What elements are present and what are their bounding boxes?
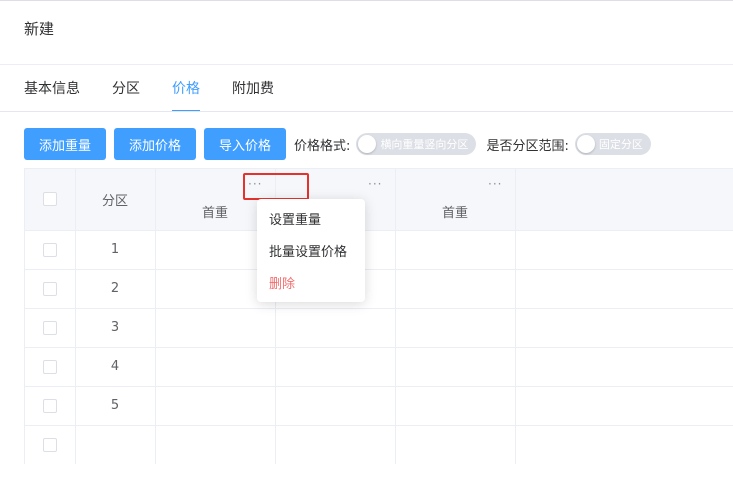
add-weight-button[interactable]: 添加重量 — [24, 128, 107, 160]
price-header-3: ··· 首重 — [395, 169, 516, 231]
import-price-button[interactable]: 导入价格 — [204, 128, 287, 160]
table-row: 5 — [25, 386, 733, 426]
toolbar: 添加重量 添加价格 导入价格 价格格式: 横向重量竖向分区 是否分区范围: 固定… — [24, 128, 661, 160]
price-cell[interactable] — [155, 308, 276, 348]
price-cell[interactable] — [275, 308, 396, 348]
column-actions-dropdown: 设置重量 批量设置价格 删除 — [257, 199, 365, 302]
zone-header: 分区 — [75, 169, 156, 231]
table-row: 3 — [25, 308, 733, 348]
page-title: 新建 — [24, 20, 55, 38]
row-checkbox-cell — [25, 269, 76, 309]
price-cell[interactable] — [395, 347, 516, 387]
title-divider — [0, 64, 733, 65]
zone-cell: 2 — [75, 269, 156, 309]
switch-knob — [358, 135, 377, 153]
filler-cell — [515, 347, 733, 387]
row-checkbox[interactable] — [42, 359, 57, 374]
row-checkbox-cell — [25, 230, 76, 270]
zone-range-label: 是否分区范围: — [486, 138, 569, 154]
filler-cell — [515, 269, 733, 309]
table-row: 2 — [25, 269, 733, 309]
price-cell[interactable] — [155, 386, 276, 426]
tab-surcharge[interactable]: 附加费 — [232, 78, 274, 112]
filler-cell — [515, 425, 733, 464]
price-cell[interactable] — [155, 347, 276, 387]
tabs-divider — [0, 111, 733, 112]
row-checkbox[interactable] — [42, 320, 57, 335]
more-icon[interactable]: ··· — [488, 178, 502, 190]
row-checkbox-cell — [25, 386, 76, 426]
zone-cell: 5 — [75, 386, 156, 426]
row-checkbox-cell — [25, 308, 76, 348]
row-checkbox[interactable] — [42, 242, 57, 257]
filler-cell — [515, 308, 733, 348]
filler-cell — [515, 230, 733, 270]
price-format-label: 价格格式: — [294, 138, 351, 154]
add-price-button[interactable]: 添加价格 — [114, 128, 197, 160]
price-table: 分区 ··· 首重 ··· ··· 首重 1 2 3 4 5 — [24, 168, 733, 464]
header-checkbox-cell — [25, 169, 76, 231]
price-cell[interactable] — [395, 269, 516, 309]
row-checkbox-cell — [25, 425, 76, 464]
switch-knob — [576, 135, 595, 153]
row-checkbox[interactable] — [42, 281, 57, 296]
price-cell[interactable] — [275, 347, 396, 387]
zone-cell: 1 — [75, 230, 156, 270]
price-cell[interactable] — [395, 308, 516, 348]
price-cell[interactable] — [155, 425, 276, 464]
tab-price[interactable]: 价格 — [172, 78, 200, 112]
price-cell[interactable] — [395, 230, 516, 270]
zone-range-switch-text: 固定分区 — [598, 138, 643, 151]
filler-cell — [515, 386, 733, 426]
top-border — [0, 0, 733, 1]
price-cell[interactable] — [275, 425, 396, 464]
price-header-label: 首重 — [441, 206, 468, 221]
tab-zone[interactable]: 分区 — [112, 78, 140, 112]
more-icon[interactable]: ··· — [368, 178, 382, 190]
header-filler — [515, 169, 733, 231]
table-header-row: 分区 ··· 首重 ··· ··· 首重 — [25, 169, 733, 231]
price-format-switch[interactable]: 横向重量竖向分区 — [356, 133, 477, 155]
tab-bar: 基本信息 分区 价格 附加费 — [24, 78, 306, 112]
zone-cell: 3 — [75, 308, 156, 348]
zone-cell — [75, 425, 156, 464]
row-checkbox[interactable] — [42, 437, 57, 452]
price-cell[interactable] — [395, 425, 516, 464]
row-checkbox[interactable] — [42, 398, 57, 413]
table-row: 4 — [25, 347, 733, 387]
row-checkbox-cell — [25, 347, 76, 387]
batch-set-price-menu-item[interactable]: 批量设置价格 — [257, 237, 365, 269]
delete-menu-item[interactable]: 删除 — [257, 269, 365, 301]
set-weight-menu-item[interactable]: 设置重量 — [257, 205, 365, 237]
zone-cell: 4 — [75, 347, 156, 387]
select-all-checkbox[interactable] — [42, 192, 57, 207]
zone-range-switch[interactable]: 固定分区 — [574, 133, 651, 155]
table-row: 1 — [25, 230, 733, 270]
price-cell[interactable] — [395, 386, 516, 426]
price-cell[interactable] — [275, 386, 396, 426]
tab-basic-info[interactable]: 基本信息 — [24, 78, 80, 112]
price-format-switch-text: 横向重量竖向分区 — [380, 138, 469, 151]
table-row — [25, 425, 733, 464]
more-icon[interactable]: ··· — [248, 178, 262, 190]
